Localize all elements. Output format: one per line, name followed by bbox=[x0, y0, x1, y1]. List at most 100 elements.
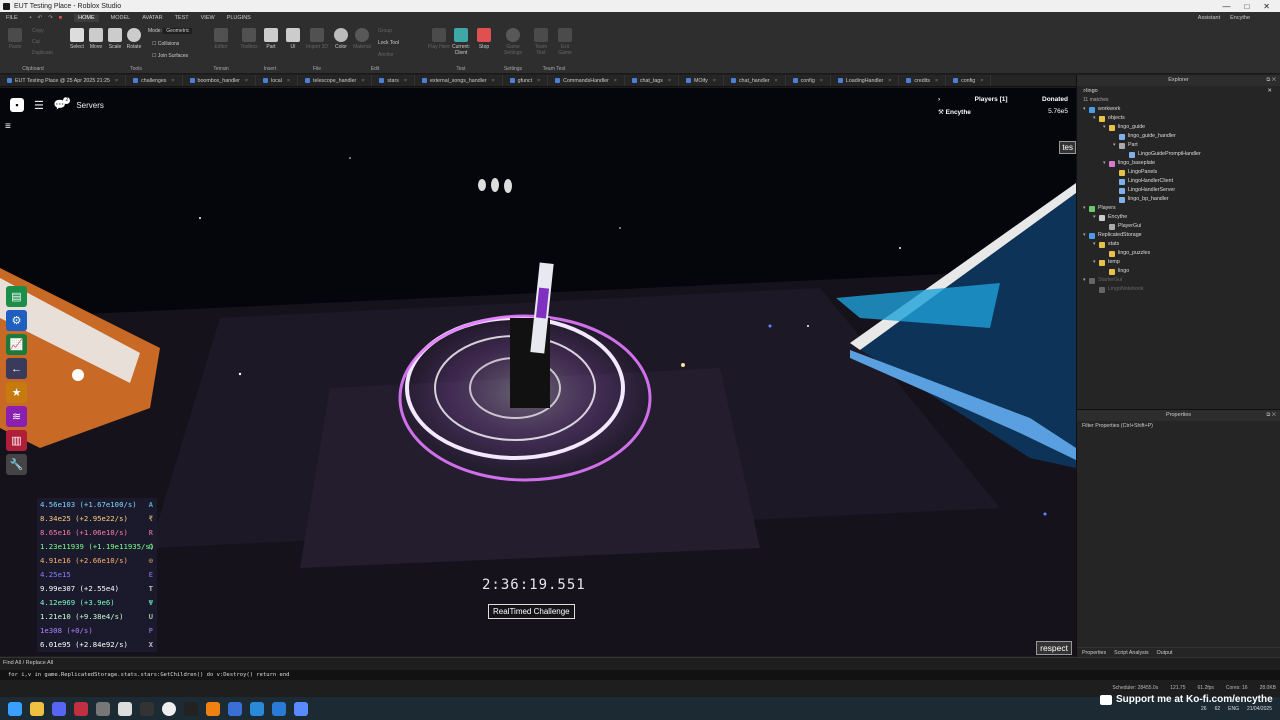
panel-close-icon[interactable]: ⧉ ✕ bbox=[1266, 75, 1276, 86]
group-button[interactable]: Group bbox=[378, 28, 392, 34]
close-tab-icon[interactable]: × bbox=[888, 78, 891, 84]
tree-node[interactable]: ▾ workwork bbox=[1077, 105, 1280, 114]
stop-icon[interactable]: ■ bbox=[59, 15, 62, 21]
tree-node[interactable]: lingo_bp_handler bbox=[1077, 195, 1280, 204]
script-tab[interactable]: MOify × bbox=[679, 75, 724, 86]
tab-script-analysis[interactable]: Script Analysis bbox=[1114, 650, 1148, 656]
player-row[interactable]: ⚒ Encythe 5.76e5 bbox=[938, 108, 1068, 116]
close-tab-icon[interactable]: × bbox=[713, 78, 716, 84]
close-tab-icon[interactable]: × bbox=[775, 78, 778, 84]
save-icon[interactable]: ▪ bbox=[30, 15, 32, 21]
mode-select[interactable]: Mode: Geometric bbox=[148, 28, 193, 34]
tree-node[interactable]: LingoHandlerClient bbox=[1077, 177, 1280, 186]
maximize-button[interactable]: □ bbox=[1244, 2, 1249, 11]
players-expand-icon[interactable]: › bbox=[938, 96, 940, 103]
cut-button[interactable]: Cut bbox=[32, 39, 62, 45]
tree-node[interactable]: ▾ Encythe bbox=[1077, 213, 1280, 222]
servers-button[interactable]: Servers bbox=[76, 101, 104, 110]
tree-node[interactable]: ▾ Part bbox=[1077, 141, 1280, 150]
duplicate-button[interactable]: Duplicate bbox=[32, 50, 62, 56]
script-tab[interactable]: chat_tags × bbox=[625, 75, 679, 86]
terminal-icon[interactable] bbox=[140, 701, 154, 716]
script-tab[interactable]: config × bbox=[946, 75, 992, 86]
app-icon-gray[interactable] bbox=[96, 701, 110, 716]
roblox-studio-icon[interactable] bbox=[118, 701, 132, 716]
rotate-tool[interactable]: Rotate bbox=[123, 28, 145, 50]
part-button[interactable]: Part bbox=[260, 28, 282, 50]
close-tab-icon[interactable]: × bbox=[287, 78, 290, 84]
close-tab-icon[interactable]: × bbox=[492, 78, 495, 84]
tree-node[interactable]: LingoGuidePromptHandler bbox=[1077, 150, 1280, 159]
current-client-button[interactable]: Current: Client bbox=[450, 28, 472, 56]
close-tab-icon[interactable]: × bbox=[361, 78, 364, 84]
tree-node[interactable]: LingoPanels bbox=[1077, 168, 1280, 177]
tree-node[interactable]: LingoNotebook bbox=[1077, 285, 1280, 294]
game-settings-button[interactable]: Game Settings bbox=[502, 28, 524, 56]
script-tab[interactable]: stars × bbox=[372, 75, 415, 86]
tab-output[interactable]: Output bbox=[1157, 650, 1173, 656]
command-input[interactable]: for i,v in game.ReplicatedStorage.stats.… bbox=[0, 670, 1280, 680]
vlc-icon[interactable] bbox=[206, 701, 220, 716]
redo-icon[interactable]: ↷ bbox=[48, 15, 53, 21]
hamburger-icon[interactable]: ☰ bbox=[34, 99, 44, 112]
wifi-icon[interactable]: ≋ bbox=[6, 406, 27, 427]
app-icon-red[interactable] bbox=[74, 701, 88, 716]
script-tab[interactable]: EUT Testing Place @ 25 Apr 2025 21:25 × bbox=[0, 75, 127, 86]
stop-button[interactable]: Stop bbox=[473, 28, 495, 50]
script-tab[interactable]: config × bbox=[786, 75, 831, 86]
close-tab-icon[interactable]: × bbox=[668, 78, 671, 84]
collisions-toggle[interactable]: ☐ Collisions bbox=[152, 41, 179, 47]
team-test-button[interactable]: Team Test bbox=[530, 28, 552, 56]
tab-avatar[interactable]: AVATAR bbox=[142, 15, 162, 21]
close-tab-icon[interactable]: × bbox=[404, 78, 407, 84]
tab-test[interactable]: TEST bbox=[175, 15, 189, 21]
import3d-button[interactable]: Import 3D bbox=[306, 28, 328, 50]
app-icon-dark[interactable] bbox=[184, 701, 198, 716]
script-tab[interactable]: credits × bbox=[899, 75, 947, 86]
script-tab[interactable]: challenges × bbox=[126, 75, 183, 86]
close-tab-icon[interactable]: × bbox=[980, 78, 983, 84]
tree-node[interactable]: ▾ temp bbox=[1077, 258, 1280, 267]
tray-language[interactable]: ENG bbox=[1228, 706, 1239, 712]
close-button[interactable]: ✕ bbox=[1263, 2, 1270, 11]
close-tab-icon[interactable]: × bbox=[171, 78, 174, 84]
tree-node[interactable]: LingoHandlerServer bbox=[1077, 186, 1280, 195]
lock-tool-button[interactable]: Lock Tool bbox=[378, 40, 399, 46]
find-replace-label[interactable]: Find All / Replace All bbox=[3, 660, 53, 666]
script-tab[interactable]: gfunct × bbox=[503, 75, 549, 86]
tray-date[interactable]: 21/04/2025 bbox=[1247, 706, 1272, 712]
close-tab-icon[interactable]: × bbox=[537, 78, 540, 84]
tab-plugins[interactable]: PLUGINS bbox=[227, 15, 251, 21]
tes-button[interactable]: tes bbox=[1059, 141, 1076, 154]
file-menu[interactable]: FILE bbox=[6, 15, 18, 21]
join-surfaces-toggle[interactable]: ☐ Join Surfaces bbox=[152, 53, 188, 59]
properties-close-icon[interactable]: ⧉ ✕ bbox=[1266, 410, 1276, 421]
minimize-button[interactable]: — bbox=[1222, 2, 1230, 11]
challenge-label[interactable]: RealTimed Challenge bbox=[488, 604, 575, 619]
script-tab[interactable]: LoadingHandler × bbox=[831, 75, 900, 86]
tree-node[interactable]: lingo bbox=[1077, 267, 1280, 276]
close-tab-icon[interactable]: × bbox=[115, 78, 118, 84]
tree-node[interactable]: ▾ Players bbox=[1077, 204, 1280, 213]
tree-node[interactable]: ▾ ReplicatedStorage bbox=[1077, 231, 1280, 240]
script-tab[interactable]: local × bbox=[256, 75, 299, 86]
respect-button[interactable]: respect bbox=[1036, 641, 1072, 655]
vscode-icon[interactable] bbox=[272, 701, 286, 716]
terrain-editor-button[interactable]: Editor bbox=[210, 28, 232, 50]
user-menu[interactable]: Encythe bbox=[1230, 15, 1250, 21]
tab-properties[interactable]: Properties bbox=[1082, 650, 1106, 656]
copy-button[interactable]: Copy bbox=[32, 28, 62, 34]
play-here-button[interactable]: Play Here bbox=[428, 28, 450, 50]
chat-bubble-icon[interactable]: ▤ bbox=[6, 286, 27, 307]
script-tab[interactable]: telescope_handler × bbox=[298, 75, 373, 86]
app-icon-blue[interactable] bbox=[250, 701, 264, 716]
ui-button[interactable]: UI bbox=[282, 28, 304, 50]
gear-icon[interactable]: ⚙ bbox=[6, 310, 27, 331]
tab-view[interactable]: VIEW bbox=[201, 15, 215, 21]
discord-icon[interactable] bbox=[52, 701, 66, 716]
color-button[interactable]: Color bbox=[330, 28, 352, 50]
graph-icon[interactable]: 📈 bbox=[6, 334, 27, 355]
script-tab[interactable]: boombox_handler × bbox=[183, 75, 257, 86]
back-arrow-icon[interactable]: ← bbox=[6, 358, 27, 379]
undo-icon[interactable]: ↶ bbox=[38, 15, 43, 21]
